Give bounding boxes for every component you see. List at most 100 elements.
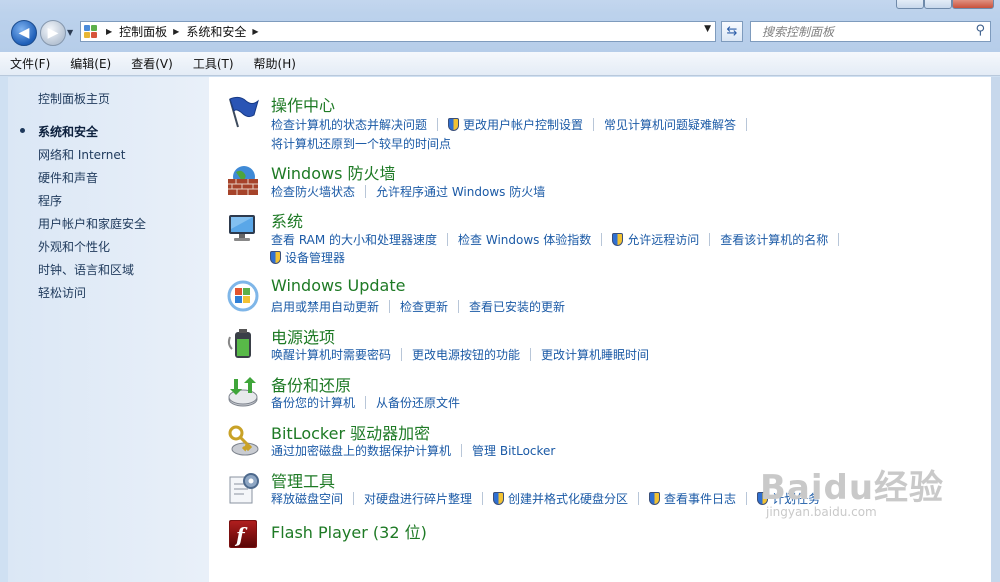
task-link-shielded[interactable]: 更改用户帐户控制设置 (448, 116, 583, 133)
breadcrumb-arrow-icon[interactable]: ▶ (106, 27, 112, 36)
menu-view[interactable]: 查看(V) (129, 55, 175, 72)
sidebar-item-clock-language[interactable]: 时钟、语言和区域 (38, 261, 146, 284)
task-link-label: 允许远程访问 (627, 233, 700, 247)
link-row: 启用或禁用自动更新 检查更新 查看已安装的更新 (271, 298, 565, 315)
search-box[interactable]: ⚲ (750, 21, 991, 42)
task-link-label: 更改用户帐户控制设置 (463, 118, 584, 132)
task-link[interactable]: 管理 BitLocker (472, 442, 555, 459)
breadcrumb-arrow-icon[interactable]: ▶ (173, 27, 179, 36)
task-link-shielded[interactable]: 创建并格式化硬盘分区 (493, 490, 628, 507)
task-link-shielded[interactable]: 查看事件日志 (649, 490, 736, 507)
category-title[interactable]: Windows 防火墙 (271, 160, 396, 184)
search-icon[interactable]: ⚲ (975, 23, 985, 38)
task-link[interactable]: 常见计算机问题疑难解答 (604, 116, 736, 133)
firewall-icon[interactable] (226, 163, 260, 197)
uac-shield-icon (612, 233, 624, 246)
power-battery-icon[interactable] (226, 327, 260, 361)
task-link[interactable]: 释放磁盘空间 (271, 490, 343, 507)
link-separator (746, 118, 748, 131)
window-controls (896, 0, 994, 9)
menu-help[interactable]: 帮助(H) (252, 55, 298, 72)
maximize-button[interactable] (924, 0, 952, 9)
menu-edit[interactable]: 编辑(E) (68, 55, 113, 72)
window-right-frame (991, 77, 1000, 582)
task-link[interactable]: 从备份还原文件 (376, 394, 460, 411)
back-arrow-icon: ◀ (18, 25, 30, 41)
link-separator (365, 396, 367, 409)
admin-tools-icon[interactable] (226, 471, 260, 505)
category-title[interactable]: Windows Update (271, 276, 405, 295)
sidebar-item-user-accounts[interactable]: 用户帐户和家庭安全 (38, 215, 146, 238)
refresh-button[interactable]: ⇆ (721, 21, 743, 42)
link-separator (601, 233, 603, 246)
sidebar: 控制面板主页 系统和安全 网络和 Internet 硬件和声音 程序 用户帐户和… (8, 77, 209, 582)
task-link[interactable]: 查看已安装的更新 (469, 298, 565, 315)
search-input[interactable] (760, 22, 964, 42)
task-link[interactable]: 查看 RAM 的大小和处理器速度 (271, 231, 437, 248)
link-row: 设备管理器 (270, 249, 345, 266)
sidebar-item-programs[interactable]: 程序 (38, 192, 146, 215)
sidebar-item-ease-of-access[interactable]: 轻松访问 (38, 284, 146, 307)
category-title[interactable]: Flash Player (32 位) (271, 519, 427, 543)
menu-tools[interactable]: 工具(T) (191, 55, 236, 72)
back-button[interactable]: ◀ (11, 20, 37, 46)
refresh-icon: ⇆ (726, 24, 738, 39)
address-bar[interactable]: ▶ 控制面板 ▶ 系统和安全 ▶ ▼ (80, 21, 716, 42)
task-link[interactable]: 检查计算机的状态并解决问题 (271, 116, 427, 133)
watermark-brand: Baidu经验 (760, 468, 945, 508)
close-button[interactable] (952, 0, 994, 9)
task-link[interactable]: 备份您的计算机 (271, 394, 355, 411)
minimize-button[interactable] (896, 0, 924, 9)
flash-player-icon[interactable]: f (226, 517, 260, 551)
action-center-flag-icon[interactable] (226, 95, 260, 129)
task-link[interactable]: 通过加密磁盘上的数据保护计算机 (271, 442, 451, 459)
bitlocker-key-icon[interactable] (226, 423, 260, 457)
breadcrumb-arrow-icon[interactable]: ▶ (252, 27, 258, 36)
category-title[interactable]: BitLocker 驱动器加密 (271, 420, 430, 444)
task-link[interactable]: 更改计算机睡眠时间 (541, 346, 649, 363)
breadcrumb-system-security[interactable]: 系统和安全 (186, 23, 246, 40)
menu-file[interactable]: 文件(F) (8, 55, 52, 72)
task-link[interactable]: 更改电源按钮的功能 (412, 346, 520, 363)
windows-update-icon[interactable] (226, 279, 260, 313)
sidebar-item-appearance[interactable]: 外观和个性化 (38, 238, 146, 261)
forward-button[interactable]: ▶ (40, 20, 66, 46)
task-link[interactable]: 唤醒计算机时需要密码 (271, 346, 391, 363)
task-link-label: 设备管理器 (285, 251, 346, 265)
task-link[interactable]: 对硬盘进行碎片整理 (364, 490, 472, 507)
sidebar-item-network-internet[interactable]: 网络和 Internet (38, 146, 146, 169)
category-title[interactable]: 备份和还原 (271, 372, 351, 396)
task-link[interactable]: 将计算机还原到一个较早的时间点 (271, 135, 451, 152)
task-link[interactable]: 检查 Windows 体验指数 (458, 231, 591, 248)
link-separator (447, 233, 449, 246)
link-separator (746, 492, 748, 505)
link-separator (530, 348, 532, 361)
link-row: 检查计算机的状态并解决问题 更改用户帐户控制设置 常见计算机问题疑难解答 (271, 116, 757, 133)
category-title[interactable]: 电源选项 (271, 324, 335, 348)
task-link[interactable]: 允许程序通过 Windows 防火墙 (376, 183, 545, 200)
link-separator (437, 118, 439, 131)
category-title[interactable]: 管理工具 (271, 468, 335, 492)
category-title[interactable]: 系统 (271, 208, 303, 232)
forward-arrow-icon: ▶ (47, 25, 59, 41)
sidebar-item-system-security[interactable]: 系统和安全 (19, 123, 146, 146)
link-row: 释放磁盘空间 对硬盘进行碎片整理 创建并格式化硬盘分区 查看事件日志 计划任务 (271, 490, 820, 507)
task-link[interactable]: 检查防火墙状态 (271, 183, 355, 200)
link-separator (638, 492, 640, 505)
task-link-shielded[interactable]: 设备管理器 (270, 249, 345, 266)
address-dropdown-icon[interactable]: ▼ (704, 24, 711, 34)
task-link[interactable]: 查看该计算机的名称 (720, 231, 828, 248)
system-computer-icon[interactable] (226, 211, 260, 245)
task-link[interactable]: 启用或禁用自动更新 (271, 298, 379, 315)
link-row: 检查防火墙状态 允许程序通过 Windows 防火墙 (271, 183, 545, 200)
task-link-label: 创建并格式化硬盘分区 (508, 492, 629, 506)
task-link[interactable]: 检查更新 (400, 298, 448, 315)
sidebar-item-hardware-sound[interactable]: 硬件和声音 (38, 169, 146, 192)
link-separator (401, 348, 403, 361)
backup-restore-icon[interactable] (226, 375, 260, 409)
breadcrumb-control-panel[interactable]: 控制面板 (119, 23, 167, 40)
sidebar-home-link[interactable]: 控制面板主页 (38, 90, 110, 107)
recent-pages-dropdown-icon[interactable]: ▼ (67, 28, 73, 37)
task-link-shielded[interactable]: 允许远程访问 (612, 231, 699, 248)
category-title[interactable]: 操作中心 (271, 92, 335, 116)
